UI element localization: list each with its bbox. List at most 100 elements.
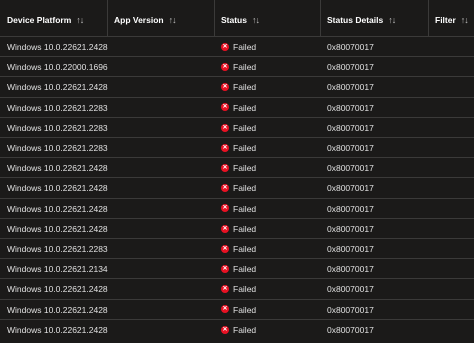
sort-icon[interactable]: ↑↓ bbox=[388, 15, 396, 25]
column-resize-handle[interactable] bbox=[428, 0, 429, 36]
error-circle-icon: ✕ bbox=[221, 305, 229, 314]
device-platform-cell: Windows 10.0.22621.2428 bbox=[7, 42, 108, 52]
status-details-cell: 0x80070017 bbox=[327, 143, 374, 153]
column-resize-handle[interactable] bbox=[107, 0, 108, 36]
column-header-filter[interactable]: Filter ↑↓ bbox=[435, 12, 469, 28]
status-cell: ✕ Failed bbox=[221, 300, 256, 320]
table-row[interactable]: Windows 10.0.22621.2428 ✕ Failed 0x80070017 bbox=[0, 278, 474, 298]
column-header-status[interactable]: Status ↑↓ bbox=[221, 12, 260, 28]
status-text: Failed bbox=[233, 42, 257, 52]
device-platform-cell: Windows 10.0.22621.2428 bbox=[7, 163, 108, 174]
error-circle-icon: ✕ bbox=[221, 285, 229, 294]
sort-icon[interactable]: ↑↓ bbox=[252, 15, 260, 25]
error-circle-icon: ✕ bbox=[221, 224, 229, 233]
error-circle-icon: ✕ bbox=[221, 83, 229, 92]
sort-icon[interactable]: ↑↓ bbox=[169, 15, 177, 25]
status-cell: ✕ Failed bbox=[221, 37, 256, 57]
device-platform-cell: Windows 10.0.22621.2428 bbox=[7, 324, 108, 335]
status-text: Failed bbox=[233, 122, 257, 133]
status-details-cell: 0x80070017 bbox=[327, 82, 374, 93]
status-cell: ✕ Failed bbox=[221, 279, 256, 299]
device-platform-cell: Windows 10.0.22621.2428 bbox=[7, 223, 108, 234]
error-circle-icon: ✕ bbox=[221, 62, 229, 71]
status-details-cell: 0x80070017 bbox=[327, 122, 374, 133]
status-cell: ✕ Failed bbox=[221, 199, 256, 219]
error-circle-icon: ✕ bbox=[221, 244, 229, 253]
column-resize-handle[interactable] bbox=[320, 0, 321, 36]
column-header-status-details[interactable]: Status Details ↑↓ bbox=[327, 12, 396, 28]
status-details-cell: 0x80070017 bbox=[327, 163, 374, 174]
table-row[interactable]: Windows 10.0.22000.1696 ✕ Failed 0x80070017 bbox=[0, 56, 474, 76]
status-cell: ✕ Failed bbox=[221, 118, 256, 138]
status-text: Failed bbox=[233, 264, 257, 275]
status-text: Failed bbox=[233, 304, 257, 315]
table-row[interactable]: Windows 10.0.22621.2283 ✕ Failed 0x80070017 bbox=[0, 238, 474, 258]
status-details-cell: 0x80070017 bbox=[327, 223, 374, 234]
table-row[interactable]: Windows 10.0.22621.2428 ✕ Failed 0x80070017 bbox=[0, 298, 474, 320]
device-platform-cell: Windows 10.0.22000.1696 bbox=[7, 62, 108, 73]
table-row[interactable]: Windows 10.0.22621.2283 ✕ Failed 0x80070017 bbox=[0, 116, 474, 138]
device-platform-cell: Windows 10.0.22621.2428 bbox=[7, 82, 108, 93]
error-circle-icon: ✕ bbox=[221, 163, 229, 172]
sort-icon[interactable]: ↑↓ bbox=[461, 15, 469, 25]
device-platform-cell: Windows 10.0.22621.2428 bbox=[7, 304, 108, 315]
error-circle-icon: ✕ bbox=[221, 123, 229, 132]
error-circle-icon: ✕ bbox=[221, 42, 229, 51]
table-row[interactable]: Windows 10.0.22621.2428 ✕ Failed 0x80070017 bbox=[0, 157, 474, 177]
column-header-label: Status Details bbox=[327, 15, 384, 25]
table-row[interactable]: Windows 10.0.22621.2428 ✕ Failed 0x80070017 bbox=[0, 36, 474, 56]
status-details-cell: 0x80070017 bbox=[327, 304, 374, 315]
status-details-cell: 0x80070017 bbox=[327, 244, 374, 254]
table-row[interactable]: Windows 10.0.22621.2428 ✕ Failed 0x80070017 bbox=[0, 76, 474, 96]
status-cell: ✕ Failed bbox=[221, 138, 256, 158]
column-header-app-version[interactable]: App Version ↑↓ bbox=[114, 12, 177, 28]
sort-icon[interactable]: ↑↓ bbox=[76, 15, 84, 25]
error-circle-icon: ✕ bbox=[221, 204, 229, 213]
column-resize-handle[interactable] bbox=[214, 0, 215, 36]
device-status-grid: Device Platform ↑↓ App Version ↑↓ Status ↑↓… bbox=[0, 0, 474, 343]
table-row[interactable]: Windows 10.0.22621.2283 ✕ Failed 0x80070017 bbox=[0, 137, 474, 157]
table-row[interactable]: Windows 10.0.22621.2134 ✕ Failed 0x80070017 bbox=[0, 258, 474, 278]
device-platform-cell: Windows 10.0.22621.2428 bbox=[7, 203, 108, 214]
status-cell: ✕ Failed bbox=[221, 77, 256, 97]
status-details-cell: 0x80070017 bbox=[327, 62, 374, 73]
error-circle-icon: ✕ bbox=[221, 103, 229, 112]
status-text: Failed bbox=[233, 143, 257, 153]
status-text: Failed bbox=[233, 82, 257, 93]
error-circle-icon: ✕ bbox=[221, 143, 229, 152]
status-cell: ✕ Failed bbox=[221, 320, 256, 340]
status-details-cell: 0x80070017 bbox=[327, 102, 374, 113]
error-circle-icon: ✕ bbox=[221, 325, 229, 334]
status-text: Failed bbox=[233, 223, 257, 234]
status-text: Failed bbox=[233, 102, 257, 113]
status-text: Failed bbox=[233, 62, 257, 73]
status-cell: ✕ Failed bbox=[221, 259, 256, 279]
error-circle-icon: ✕ bbox=[221, 184, 229, 193]
column-header-label: Device Platform bbox=[7, 15, 72, 25]
table-row[interactable]: Windows 10.0.22621.2428 ✕ Failed 0x80070017 bbox=[0, 177, 474, 197]
status-details-cell: 0x80070017 bbox=[327, 324, 374, 335]
column-header-label: App Version bbox=[114, 15, 164, 25]
status-cell: ✕ Failed bbox=[221, 239, 256, 259]
status-cell: ✕ Failed bbox=[221, 178, 256, 198]
column-header-label: Status bbox=[221, 15, 247, 25]
status-cell: ✕ Failed bbox=[221, 219, 256, 239]
table-row[interactable]: Windows 10.0.22621.2428 ✕ Failed 0x80070017 bbox=[0, 318, 474, 340]
status-details-cell: 0x80070017 bbox=[327, 42, 374, 52]
table-row[interactable]: Windows 10.0.22621.2283 ✕ Failed 0x80070017 bbox=[0, 96, 474, 117]
status-text: Failed bbox=[233, 244, 257, 254]
column-header-device-platform[interactable]: Device Platform ↑↓ bbox=[7, 12, 84, 28]
status-text: Failed bbox=[233, 324, 257, 335]
status-cell: ✕ Failed bbox=[221, 158, 256, 178]
device-platform-cell: Windows 10.0.22621.2428 bbox=[7, 284, 108, 295]
status-text: Failed bbox=[233, 163, 257, 174]
status-text: Failed bbox=[233, 203, 257, 214]
error-circle-icon: ✕ bbox=[221, 264, 229, 273]
table-row[interactable]: Windows 10.0.22621.2428 ✕ Failed 0x80070017 bbox=[0, 217, 474, 239]
device-platform-cell: Windows 10.0.22621.2283 bbox=[7, 143, 108, 153]
grid-header: Device Platform ↑↓ App Version ↑↓ Status ↑↓… bbox=[0, 0, 474, 38]
column-header-label: Filter bbox=[435, 15, 456, 25]
status-details-cell: 0x80070017 bbox=[327, 203, 374, 214]
status-cell: ✕ Failed bbox=[221, 57, 256, 77]
table-row[interactable]: Windows 10.0.22621.2428 ✕ Failed 0x80070017 bbox=[0, 197, 474, 219]
